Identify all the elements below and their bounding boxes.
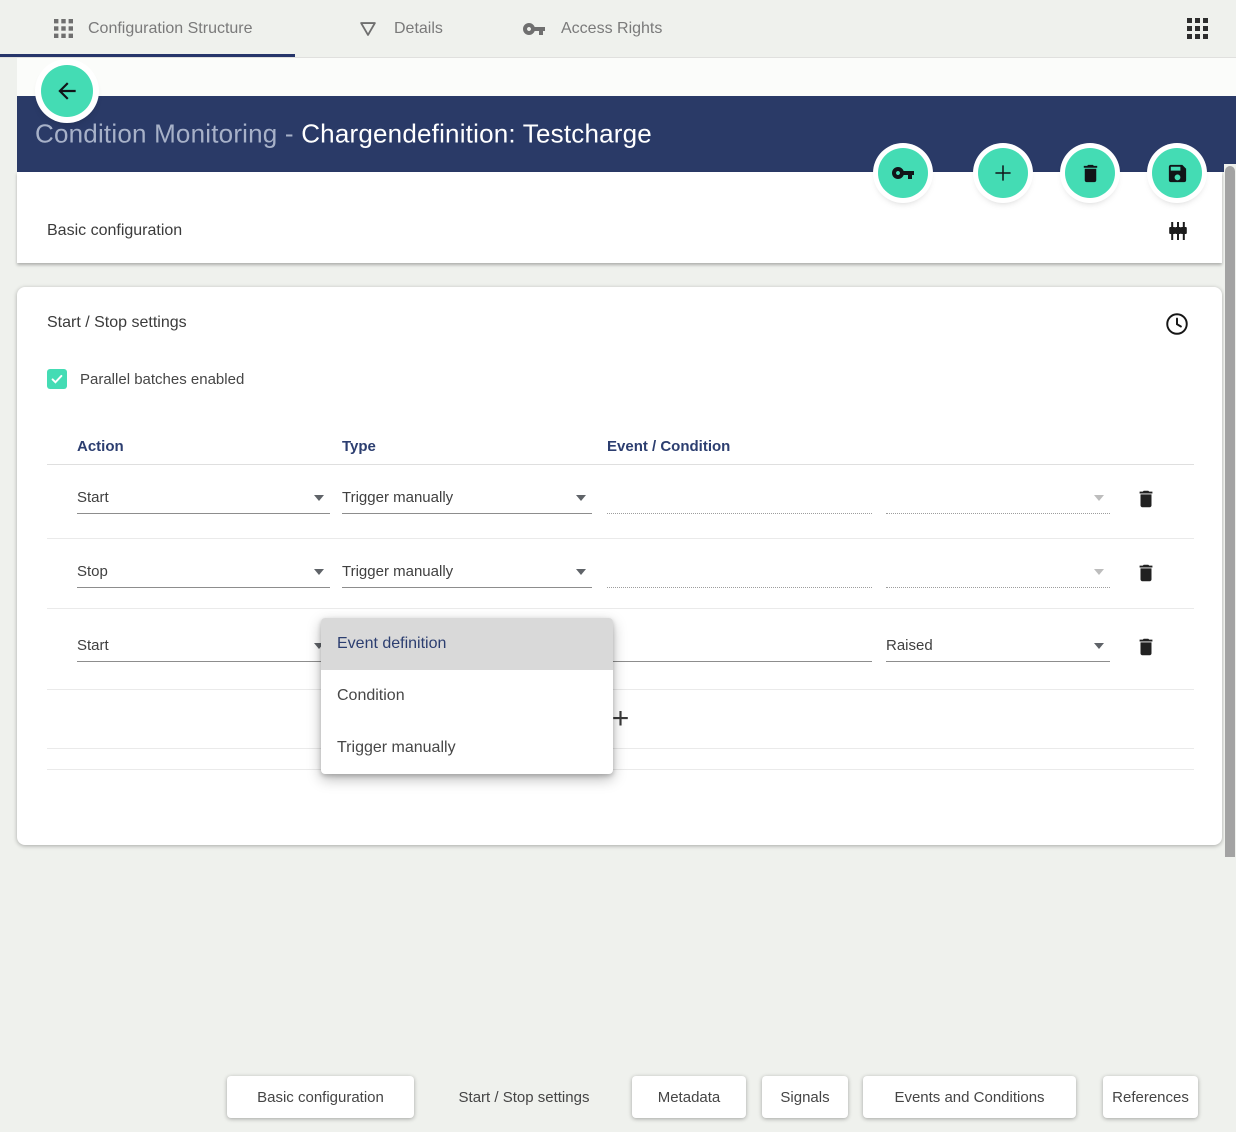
funnel-icon xyxy=(357,18,379,40)
tab-details[interactable]: Details xyxy=(357,0,443,57)
tab-access-rights[interactable]: Access Rights xyxy=(522,0,662,57)
row-delete-button[interactable] xyxy=(1135,635,1159,661)
section-title: Basic configuration xyxy=(47,222,182,240)
checkbox-label: Parallel batches enabled xyxy=(80,371,244,388)
dropdown-option-event-definition[interactable]: Event definition xyxy=(321,618,613,670)
clock-icon[interactable] xyxy=(1164,311,1190,337)
add-row-area: + xyxy=(47,690,1194,749)
section-nav-bar: Basic configuration Start / Stop setting… xyxy=(17,1051,1222,1132)
grid-icon xyxy=(54,19,73,38)
chevron-down-icon xyxy=(1094,643,1104,649)
scrollbar-thumb[interactable] xyxy=(1225,166,1235,857)
apps-grid-icon[interactable] xyxy=(1187,18,1208,39)
state-select[interactable]: Raised xyxy=(886,631,1110,662)
access-rights-button[interactable] xyxy=(878,148,928,198)
plus-icon xyxy=(990,160,1016,186)
divider xyxy=(47,749,1194,770)
tab-label: Configuration Structure xyxy=(88,20,253,38)
event-condition-input[interactable] xyxy=(607,557,872,588)
type-dropdown-menu: Event definition Condition Trigger manua… xyxy=(321,618,613,774)
chevron-down-icon xyxy=(314,569,324,575)
key-icon xyxy=(891,161,915,185)
save-icon xyxy=(1166,162,1189,185)
select-value: Raised xyxy=(886,637,933,654)
action-select[interactable]: Start xyxy=(77,483,330,514)
column-header-type: Type xyxy=(342,438,376,455)
select-value: Trigger manually xyxy=(342,489,453,506)
chevron-down-icon xyxy=(576,495,586,501)
type-select[interactable]: Trigger manually xyxy=(342,557,592,588)
checkbox-checked[interactable] xyxy=(47,369,67,389)
select-value: Start xyxy=(77,489,109,506)
page-title: Condition Monitoring - Chargendefinition… xyxy=(35,119,652,150)
nav-signals[interactable]: Signals xyxy=(762,1076,848,1118)
back-button[interactable] xyxy=(41,65,93,117)
select-value: Stop xyxy=(77,563,108,580)
table-header-row: Action Type Event / Condition xyxy=(47,438,1194,465)
column-header-action: Action xyxy=(77,438,124,455)
active-tab-indicator xyxy=(0,54,295,57)
arrow-left-icon xyxy=(54,78,80,104)
select-value: Trigger manually xyxy=(342,563,453,580)
action-select[interactable]: Stop xyxy=(77,557,330,588)
nav-events-and-conditions[interactable]: Events and Conditions xyxy=(863,1076,1076,1118)
action-select[interactable]: Start xyxy=(77,631,330,662)
nav-metadata[interactable]: Metadata xyxy=(632,1076,746,1118)
delete-button[interactable] xyxy=(1065,148,1115,198)
chevron-down-icon xyxy=(314,495,324,501)
state-select[interactable] xyxy=(886,483,1110,514)
basic-configuration-section: Basic configuration xyxy=(17,172,1222,263)
dropdown-option-trigger-manually[interactable]: Trigger manually xyxy=(321,722,613,774)
type-select[interactable]: Trigger manually xyxy=(342,483,592,514)
start-stop-settings-section: Start / Stop settings Parallel batches e… xyxy=(17,287,1222,845)
nav-references[interactable]: References xyxy=(1103,1076,1198,1118)
dropdown-option-condition[interactable]: Condition xyxy=(321,670,613,722)
tune-sliders-icon[interactable] xyxy=(1166,219,1190,243)
add-row-button[interactable]: + xyxy=(612,704,630,734)
column-header-event-condition: Event / Condition xyxy=(607,438,730,455)
row-delete-button[interactable] xyxy=(1135,487,1159,513)
parallel-batches-checkbox-row[interactable]: Parallel batches enabled xyxy=(47,369,244,389)
scrollbar xyxy=(1224,164,1236,857)
table-row: Start Raised xyxy=(47,609,1194,690)
state-select[interactable] xyxy=(886,557,1110,588)
select-value: Start xyxy=(77,637,109,654)
add-button[interactable] xyxy=(978,148,1028,198)
nav-basic-configuration[interactable]: Basic configuration xyxy=(227,1076,414,1118)
table-row: Stop Trigger manually xyxy=(47,539,1194,609)
tab-label: Details xyxy=(394,20,443,38)
row-delete-button[interactable] xyxy=(1135,561,1159,587)
page-title-context: Condition Monitoring - xyxy=(35,119,301,149)
top-tab-bar: Configuration Structure Details Access R… xyxy=(0,0,1236,58)
page-header: Condition Monitoring - Chargendefinition… xyxy=(17,96,1236,172)
tab-label: Access Rights xyxy=(561,20,662,38)
nav-start-stop-settings[interactable]: Start / Stop settings xyxy=(447,1076,601,1118)
chevron-down-icon xyxy=(576,569,586,575)
tab-configuration-structure[interactable]: Configuration Structure xyxy=(54,0,253,57)
event-condition-input[interactable] xyxy=(607,631,872,662)
event-condition-input[interactable] xyxy=(607,483,872,514)
table-row: Start Trigger manually xyxy=(47,465,1194,539)
save-button[interactable] xyxy=(1152,148,1202,198)
key-icon xyxy=(522,17,546,41)
chevron-down-icon xyxy=(1094,495,1104,501)
start-stop-table: Action Type Event / Condition Start Trig… xyxy=(47,438,1194,770)
section-title: Start / Stop settings xyxy=(47,314,187,332)
trash-icon xyxy=(1079,162,1102,185)
header-spacer-band xyxy=(17,58,1236,96)
chevron-down-icon xyxy=(1094,569,1104,575)
page-title-object: Chargendefinition: Testcharge xyxy=(301,119,652,149)
